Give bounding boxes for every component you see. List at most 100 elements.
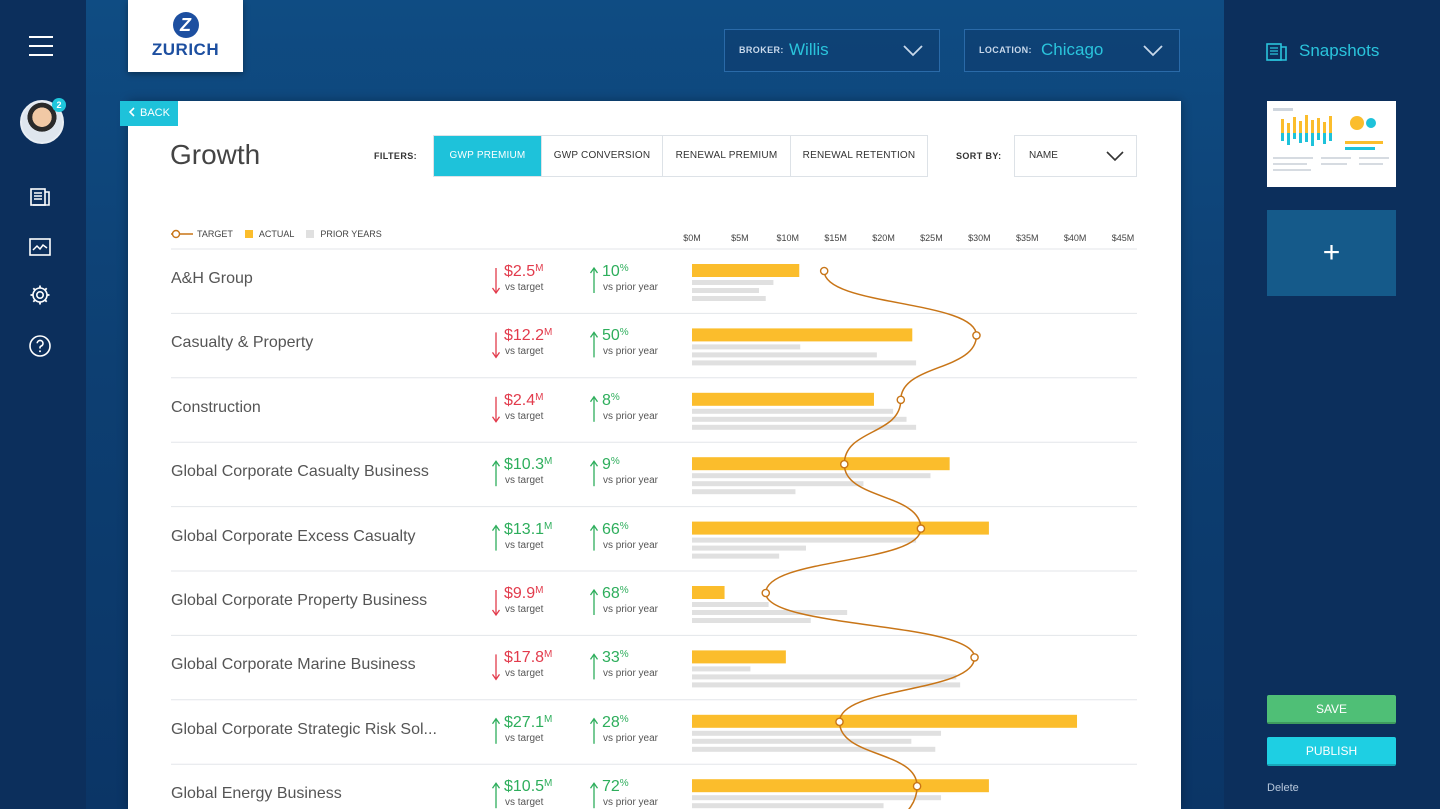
prior-year-bar: [692, 288, 760, 293]
snapshot-thumbnail[interactable]: [1267, 101, 1396, 187]
target-delta-caption: vs target: [505, 604, 544, 615]
axis-tick-label: $45M: [1112, 233, 1135, 243]
save-button[interactable]: SAVE: [1267, 695, 1396, 724]
target-point: [896, 395, 906, 405]
prior-year-delta: 66%: [602, 520, 629, 538]
row-name: A&H Group: [171, 270, 253, 287]
prior-year-bar: [692, 730, 942, 736]
actual-bar: [692, 457, 950, 471]
location-dropdown[interactable]: LOCATION: Chicago: [964, 29, 1180, 72]
target-delta-caption: vs target: [505, 797, 544, 809]
prior-year-delta: 68%: [602, 585, 629, 602]
prior-year-bar: [692, 416, 907, 422]
actual-bar: [692, 650, 786, 664]
target-point: [819, 266, 829, 276]
broker-label: BROKER:: [739, 45, 784, 55]
actual-bar: [692, 586, 725, 599]
prior-year-bar: [692, 489, 796, 495]
axis-tick-label: $40M: [1064, 233, 1087, 243]
chart-icon[interactable]: [28, 235, 52, 259]
prior-year-caption: vs prior year: [603, 410, 659, 422]
gear-icon[interactable]: [28, 283, 52, 307]
prior-year-caption: vs prior year: [603, 604, 659, 615]
prior-year-bar: [692, 602, 769, 607]
target-delta: $12.2M: [504, 327, 553, 345]
target-point: [970, 653, 979, 662]
prior-year-caption: vs prior year: [603, 732, 659, 744]
target-delta: $10.3M: [504, 456, 553, 474]
broker-value: Willis: [789, 40, 829, 59]
row-name: Global Corporate Marine Business: [171, 656, 416, 674]
delete-link[interactable]: Delete: [1267, 782, 1299, 794]
prior-year-bar: [692, 618, 811, 623]
zurich-logo: Z ZURICH: [128, 0, 243, 72]
row-name: Global Energy Business: [171, 785, 342, 803]
target-point: [916, 524, 926, 533]
axis-tick-label: $35M: [1016, 233, 1039, 243]
location-value: Chicago: [1041, 40, 1104, 59]
prior-year-bar: [692, 296, 766, 301]
prior-year-bar: [692, 746, 936, 752]
prior-year-bar: [692, 481, 864, 487]
row-name: Global Corporate Strategic Risk Sol...: [171, 720, 437, 738]
target-delta: $13.1M: [504, 520, 553, 538]
axis-tick-label: $15M: [824, 233, 847, 243]
prior-year-bar: [692, 352, 877, 358]
prior-year-delta: 28%: [602, 713, 629, 731]
prior-year-bar: [692, 344, 801, 350]
prior-year-caption: vs prior year: [603, 346, 659, 358]
prior-year-caption: vs prior year: [603, 539, 659, 551]
snapshot-preview-image: [1273, 108, 1389, 171]
prior-year-delta: 72%: [602, 778, 629, 796]
row-name: Casualty & Property: [171, 334, 314, 352]
prior-year-bar: [692, 537, 917, 543]
prior-year-caption: vs prior year: [603, 668, 659, 680]
prior-year-bar: [692, 360, 917, 366]
logo-mark: Z: [172, 12, 199, 38]
axis-tick-label: $10M: [777, 233, 800, 243]
snapshots-title: Snapshots: [1299, 41, 1380, 60]
chevron-down-icon: [1143, 45, 1163, 57]
target-delta: $2.4M: [504, 391, 544, 409]
reports-icon[interactable]: [28, 185, 52, 209]
menu-icon[interactable]: [29, 36, 53, 58]
prior-year-bar: [692, 795, 942, 801]
row-name: Global Corporate Property Business: [171, 592, 428, 609]
publish-button[interactable]: PUBLISH: [1267, 737, 1396, 766]
chevron-down-icon: [903, 45, 923, 57]
prior-year-delta: 8%: [602, 391, 620, 409]
actual-bar: [692, 328, 913, 342]
prior-year-caption: vs prior year: [603, 282, 659, 293]
target-point: [912, 781, 922, 791]
target-delta-caption: vs target: [505, 539, 544, 551]
prior-year-bar: [692, 280, 774, 285]
add-snapshot-button[interactable]: +: [1267, 210, 1396, 296]
target-delta-caption: vs target: [505, 410, 544, 422]
prior-year-bar: [692, 803, 884, 809]
logo-text: ZURICH: [151, 40, 220, 59]
notification-badge: 2: [52, 98, 66, 112]
actual-bar: [692, 779, 989, 793]
actual-bar: [692, 521, 989, 535]
target-delta: $9.9M: [504, 585, 544, 602]
prior-year-delta: 50%: [602, 327, 629, 345]
axis-tick-label: $5M: [731, 233, 749, 243]
help-icon[interactable]: [28, 334, 52, 358]
axis-tick-label: $25M: [920, 233, 943, 243]
row-name: Construction: [171, 398, 261, 416]
target-point: [761, 588, 771, 598]
back-button[interactable]: BACK: [120, 101, 178, 126]
prior-year-bar: [692, 553, 780, 559]
row-name: Global Corporate Casualty Business: [171, 463, 429, 481]
prior-year-bar: [692, 738, 912, 744]
target-point: [972, 331, 981, 340]
prior-year-bar: [692, 610, 848, 615]
prior-year-bar: [692, 545, 806, 551]
prior-year-bar: [692, 473, 931, 479]
prior-year-delta: 9%: [602, 456, 620, 474]
broker-dropdown[interactable]: BROKER: Willis: [724, 29, 940, 72]
axis-tick-label: $30M: [968, 233, 991, 243]
actual-bar: [692, 714, 1078, 728]
target-delta: $27.1M: [504, 713, 553, 731]
target-delta-caption: vs target: [505, 346, 544, 358]
